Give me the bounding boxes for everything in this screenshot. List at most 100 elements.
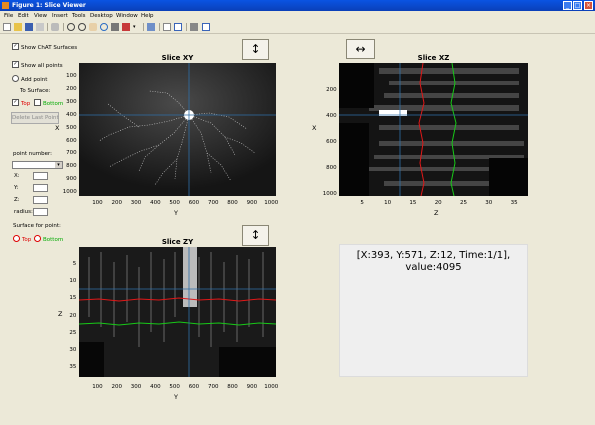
xy-xtick-label: 500 [169, 200, 180, 206]
delete-last-point-button[interactable]: Delete Last Point [11, 112, 59, 124]
menu-desktop[interactable]: Desktop [90, 11, 113, 21]
toolbar-separator [63, 23, 64, 31]
xy-xtick-label: 800 [227, 200, 238, 206]
brush-dropdown-icon[interactable]: ▾ [133, 23, 141, 31]
surface-bottom-radio[interactable]: Bottom [34, 235, 63, 243]
xz-xtick-label: 20 [434, 200, 442, 206]
zy-ytick-label: 25 [69, 329, 77, 336]
maximize-button[interactable]: □ [573, 1, 582, 10]
xy-ytick-label: 500 [66, 124, 77, 131]
xz-ytick-label: 800 [326, 165, 337, 171]
xz-ytick-label: 400 [326, 113, 337, 119]
xy-ytick-label: 900 [66, 176, 77, 183]
radius-field[interactable] [33, 208, 48, 216]
zy-xtick-label: 400 [150, 384, 161, 390]
surface-for-point-label: Surface for point: [13, 223, 61, 229]
surface-top-radio[interactable]: Top [13, 235, 31, 243]
xy-ytick-label: 1000 [62, 189, 77, 196]
menu-tools[interactable]: Tools [72, 11, 86, 21]
xy-ytick-label: 300 [66, 98, 77, 105]
zy-ytick-label: 20 [69, 312, 77, 319]
zy-xtick-label: 600 [188, 384, 200, 390]
xy-xtick-label: 200 [111, 200, 123, 206]
zy-xtick-label: 500 [169, 384, 180, 390]
x-field[interactable] [33, 172, 48, 180]
pixel-info-value: value:4095 [405, 262, 462, 273]
radius-label: radius: [14, 209, 33, 215]
add-point-radio[interactable]: Add point [12, 75, 47, 83]
rotate-3d-icon[interactable] [100, 23, 108, 31]
xz-ytick-label: 1000 [322, 191, 337, 197]
z-label: Z: [14, 197, 20, 203]
xz-xtick-label: 35 [510, 200, 518, 206]
close-button[interactable]: × [584, 1, 593, 10]
menu-insert[interactable]: Insert [52, 11, 68, 21]
toolbar-separator [47, 23, 48, 31]
xy-xtick-label: 1000 [264, 200, 279, 206]
slice-zy-ylabel: Z [58, 310, 63, 318]
data-cursor-icon[interactable] [111, 23, 119, 31]
insert-legend-icon[interactable] [174, 23, 182, 31]
xy-ytick-label: 800 [66, 163, 77, 170]
hide-plot-tools-icon[interactable] [190, 23, 198, 31]
minimize-button[interactable]: _ [563, 1, 572, 10]
menu-edit[interactable]: Edit [18, 11, 29, 21]
slice-xy-ylabel: X [55, 124, 60, 132]
slice-xy-xlabel: Y [174, 209, 178, 217]
xy-ytick-label: 400 [66, 111, 77, 118]
show-all-points-checkbox[interactable]: ✓ Show all points [12, 61, 63, 69]
zy-ytick-label: 30 [69, 347, 77, 353]
edit-plot-icon[interactable] [51, 23, 59, 31]
menu-help[interactable]: Help [141, 11, 154, 21]
to-surface-top-checkbox[interactable]: ✓ Top [12, 99, 30, 107]
slice-xz-image[interactable] [339, 63, 528, 196]
point-number-label: point number: [13, 151, 52, 157]
open-file-icon[interactable] [14, 23, 22, 31]
matlab-figure-icon [2, 2, 9, 9]
xy-xtick-label: 600 [188, 200, 200, 206]
slice-xy-image[interactable] [79, 63, 276, 196]
zy-xtick-label: 900 [246, 384, 258, 390]
xz-xtick-label: 15 [409, 200, 417, 206]
brush-icon[interactable] [122, 23, 130, 31]
zy-ytick-label: 15 [69, 295, 77, 302]
menu-file[interactable]: File [4, 11, 13, 21]
show-chat-surfaces-checkbox[interactable]: ✓ Show ChAT Surfaces [12, 43, 77, 51]
show-plot-tools-icon[interactable] [202, 23, 210, 31]
save-icon[interactable] [25, 23, 33, 31]
to-surface-label: To Surface: [20, 88, 51, 94]
window-title: Figure 1: Slice Viewer [12, 2, 86, 9]
slice-xy-title: Slice XY [161, 54, 194, 62]
link-plot-icon[interactable] [147, 23, 155, 31]
xy-xtick-label: 700 [208, 200, 219, 206]
xz-xtick-label: 30 [485, 200, 493, 206]
xy-ytick-label: 100 [66, 73, 77, 79]
zy-xtick-label: 700 [208, 384, 219, 390]
new-figure-icon[interactable] [3, 23, 11, 31]
z-field[interactable] [33, 196, 48, 204]
menu-window[interactable]: Window [116, 11, 138, 21]
print-icon[interactable] [36, 23, 44, 31]
chevron-down-icon[interactable]: ▾ [55, 162, 62, 168]
xz-xtick-label: 5 [360, 200, 364, 206]
xy-ytick-label: 600 [66, 137, 77, 144]
point-number-dropdown[interactable]: ▾ [12, 161, 63, 169]
to-surface-bottom-checkbox[interactable]: Bottom [34, 99, 63, 107]
slice-xz-title: Slice XZ [417, 54, 450, 62]
toolbar: ▾ [0, 21, 595, 34]
x-label: X: [14, 173, 20, 179]
pan-icon[interactable] [89, 23, 97, 31]
xz-ytick-label: 600 [326, 139, 337, 145]
slice-xz-ylabel: X [312, 124, 317, 132]
insert-colorbar-icon[interactable] [163, 23, 171, 31]
zy-xtick-label: 100 [92, 384, 103, 390]
y-field[interactable] [33, 184, 48, 192]
zoom-in-icon[interactable] [67, 23, 75, 31]
xy-xtick-label: 900 [246, 200, 258, 206]
menu-view[interactable]: View [34, 11, 47, 21]
zoom-out-icon[interactable] [78, 23, 86, 31]
xy-ytick-label: 200 [66, 85, 77, 92]
zy-ytick-label: 10 [69, 278, 77, 285]
slice-zy-image[interactable] [79, 247, 276, 377]
pixel-info-coordinates: [X:393, Y:571, Z:12, Time:1/1], [356, 250, 511, 261]
